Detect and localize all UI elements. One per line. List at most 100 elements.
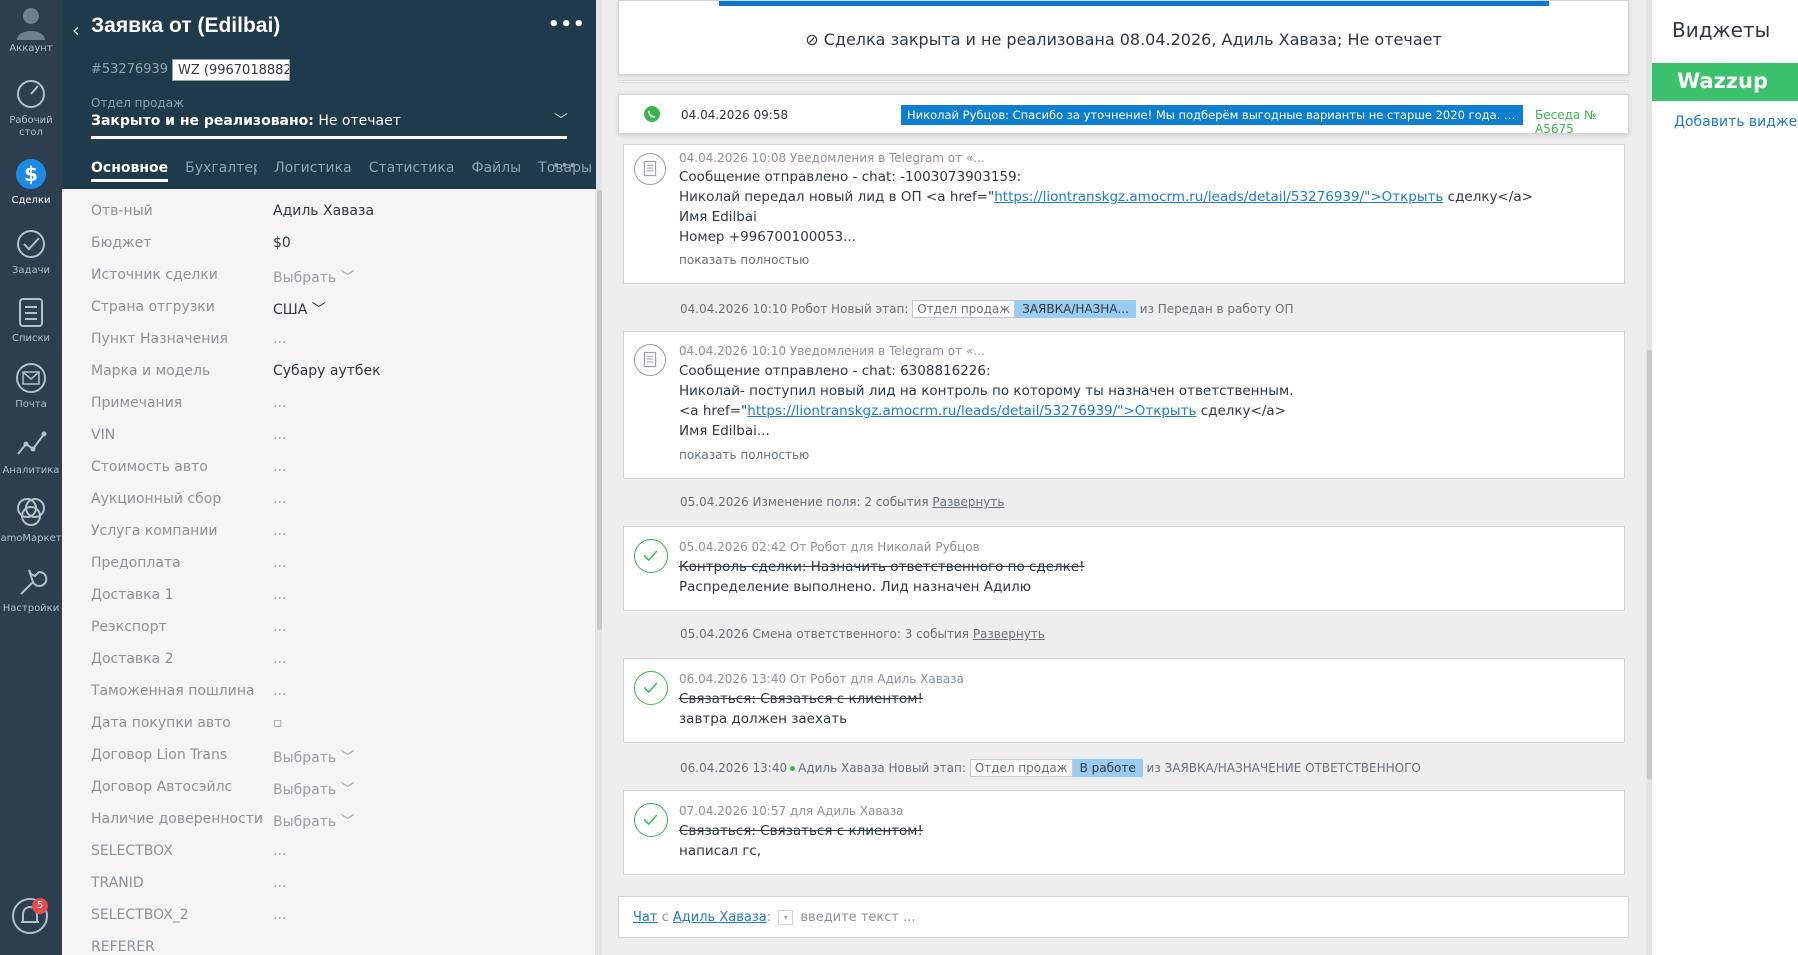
field-value[interactable]: ...: [273, 683, 286, 699]
tab-files[interactable]: Файлы: [471, 160, 521, 182]
field-value[interactable]: ...: [273, 427, 286, 443]
message-date: 04.04.2026 09:58: [681, 108, 789, 122]
whatsapp-message-row[interactable]: 04.04.2026 09:58 Николай Рубцов: Спасибо…: [618, 94, 1629, 136]
nav-settings[interactable]: Настройки: [0, 564, 62, 615]
nav-account-label: Аккаунт: [9, 43, 53, 54]
deal-tag-input[interactable]: WZ (9967018882: [172, 59, 290, 81]
lead-title[interactable]: Заявка от (Edilbai): [91, 14, 280, 38]
field-value[interactable]: ...: [273, 459, 286, 475]
nav-analytics[interactable]: Аналитика: [0, 426, 62, 477]
field-value[interactable]: ...: [273, 907, 286, 923]
field-row: Наличие доверенности Выбрать ﹀: [91, 811, 571, 843]
field-label: Пункт Назначения: [91, 331, 228, 347]
field-value[interactable]: ...: [273, 331, 286, 347]
field-row: Доставка 2...: [91, 651, 571, 683]
field-row: Услуга компании...: [91, 523, 571, 555]
field-row: Пункт Назначения...: [91, 331, 571, 363]
field-value[interactable]: ...: [273, 491, 286, 507]
field-value[interactable]: ...: [273, 587, 286, 603]
tab-accounting[interactable]: Бухгалтер: [185, 160, 257, 182]
field-value[interactable]: Выбрать ﹀: [273, 811, 355, 831]
note-line: Николай передал новый лид в ОП <a href="…: [679, 189, 1533, 205]
field-value[interactable]: Выбрать ﹀: [273, 747, 355, 767]
message-preview[interactable]: Николай Рубцов: Спасибо за уточнение! Мы…: [901, 105, 1523, 125]
field-label: SELECTBOX_2: [91, 907, 189, 923]
field-value[interactable]: ...: [273, 619, 286, 635]
lead-link[interactable]: https://liontranskgz.amocrm.ru/leads/det…: [747, 403, 1196, 419]
chat-link[interactable]: Чат: [633, 910, 657, 925]
activity-feed: ⊘ Сделка закрыта и не реализована 08.04.…: [602, 0, 1646, 955]
mail-icon: [16, 363, 46, 393]
svg-text:$: $: [24, 162, 38, 186]
tab-logistics[interactable]: Логистика: [274, 160, 352, 182]
chevron-down-icon[interactable]: ▾: [778, 910, 794, 925]
field-row: SELECTBOX...: [91, 843, 571, 875]
nav-leads[interactable]: $ Сделки: [0, 156, 62, 207]
field-label: Услуга компании: [91, 523, 218, 539]
note-text: сделку</a>: [1443, 189, 1533, 205]
field-value[interactable]: ...: [273, 651, 286, 667]
nav-dashboard[interactable]: Рабочий стол: [0, 76, 62, 139]
field-value[interactable]: Адиль Хаваза: [273, 203, 374, 219]
field-value[interactable]: ...: [273, 395, 286, 411]
field-row: Бюджет $0: [91, 235, 571, 267]
field-value[interactable]: ...: [273, 843, 286, 859]
field-row: SELECTBOX_2...: [91, 907, 571, 939]
field-row: Отв-ный Адиль Хаваза: [91, 203, 571, 235]
check-circle-icon: [634, 803, 668, 837]
field-value[interactable]: Выбрать ﹀: [273, 779, 355, 799]
show-more-link[interactable]: показать полностью: [679, 253, 809, 267]
field-value[interactable]: ...: [273, 523, 286, 539]
lead-link[interactable]: https://liontranskgz.amocrm.ru/leads/det…: [994, 189, 1443, 205]
field-value[interactable]: ...: [273, 875, 286, 891]
show-more-link[interactable]: показать полностью: [679, 448, 809, 462]
nav-account[interactable]: Аккаунт: [0, 4, 62, 55]
expand-link[interactable]: Развернуть: [932, 495, 1004, 509]
tab-main[interactable]: Основное: [91, 160, 169, 182]
field-value[interactable]: ▫: [273, 715, 283, 731]
task-result: Распределение выполнено. Лид назначен Ад…: [679, 579, 1032, 595]
add-widgets-link[interactable]: Добавить виджеты: [1674, 114, 1798, 130]
task-meta: 07.04.2026 10:57 для Адиль Хаваза: [679, 804, 904, 818]
tab-statistics[interactable]: Статистика: [369, 160, 455, 182]
wazzup-widget[interactable]: Wazzup: [1652, 63, 1798, 101]
task-title: Контроль сделки: Назначить ответственног…: [679, 559, 1085, 575]
nav-market[interactable]: amoМаркет: [0, 494, 62, 545]
field-label: Марка и модель: [91, 363, 211, 379]
field-label: VIN: [91, 427, 116, 443]
pipeline-status-select[interactable]: Закрыто и не реализовано: Не отечает: [91, 113, 401, 129]
dashboard-icon: [17, 80, 45, 108]
lead-card-header: ‹ Заявка от (Edilbai) ••• #53276939 WZ (…: [62, 0, 596, 189]
expand-link[interactable]: Развернуть: [973, 627, 1045, 641]
note-text: сделку</a>: [1196, 403, 1286, 419]
nav-tasks[interactable]: Задачи: [0, 226, 62, 277]
field-label: Предоплата: [91, 555, 181, 571]
chevron-down-icon[interactable]: ﹀: [554, 110, 568, 130]
field-value[interactable]: Субару аутбек: [273, 363, 381, 379]
chat-input-bar[interactable]: Чат с Адиль Хаваза: ▾ введите текст ...: [618, 896, 1629, 938]
more-menu-button[interactable]: •••: [548, 14, 586, 35]
field-value[interactable]: $0: [273, 235, 291, 251]
nav-lists[interactable]: Списки: [0, 294, 62, 345]
chat-input[interactable]: Чат с Адиль Хаваза: ▾ введите текст ...: [633, 910, 916, 925]
back-icon[interactable]: ‹: [72, 18, 80, 42]
field-value[interactable]: США ﹀: [273, 299, 326, 319]
event-text: 05.04.2026 Изменение поля: 2 события: [680, 495, 929, 509]
nav-lists-label: Списки: [11, 333, 51, 344]
market-icon: [17, 498, 45, 526]
tasks-icon: [17, 230, 45, 258]
tabs-more-button[interactable]: •••: [552, 158, 577, 174]
note-meta: 04.04.2026 10:10 Уведомления в Telegram …: [679, 344, 985, 358]
field-value[interactable]: ...: [273, 555, 286, 571]
nav-mail[interactable]: Почта: [0, 360, 62, 411]
field-label: Аукционный сбор: [91, 491, 222, 507]
field-value[interactable]: Выбрать ﹀: [273, 267, 355, 287]
field-label: Договор Lion Trans: [91, 747, 228, 763]
stage-chip: ЗАЯВКА/НАЗНА...: [1015, 300, 1136, 318]
main-nav: Аккаунт Рабочий стол $ Сделки Задачи Спи…: [0, 0, 62, 955]
chat-recipient-link[interactable]: Адиль Хаваза: [673, 910, 767, 925]
status-dot: [790, 766, 796, 771]
deal-id: #53276939: [91, 62, 169, 77]
conversation-link[interactable]: Беседа № А5675: [1535, 108, 1628, 136]
field-label: REFERER: [91, 939, 155, 955]
